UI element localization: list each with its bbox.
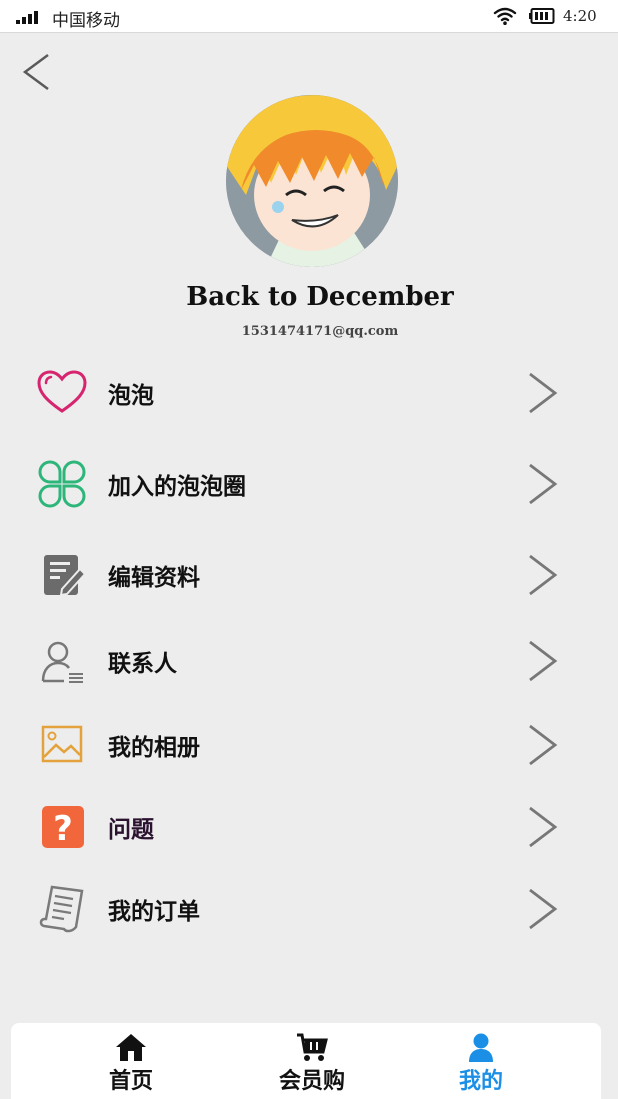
status-bar: 中国移动 4:20: [0, 0, 618, 33]
menu-item-questions[interactable]: ? 问题: [0, 790, 618, 864]
tab-label: 我的: [458, 1068, 503, 1094]
bottom-tab-bar: 首页 会员购 我的: [11, 1023, 601, 1099]
menu-item-label: 我的相册: [108, 734, 200, 761]
menu-item-contacts[interactable]: 联系人: [0, 624, 618, 698]
avatar[interactable]: [226, 95, 398, 267]
profile-email: 1531474171@qq.com: [241, 324, 399, 339]
chevron-right-icon: [529, 724, 558, 766]
avatar-image: [226, 95, 398, 267]
battery-icon: [529, 8, 555, 24]
menu-item-joined-circles[interactable]: 加入的泡泡圈: [0, 447, 618, 521]
question-icon: ?: [42, 806, 84, 849]
menu-item-label: 泡泡: [108, 382, 154, 409]
wifi-icon: [493, 7, 517, 25]
menu-item-my-album[interactable]: 我的相册: [0, 708, 618, 782]
user-icon: [469, 1033, 493, 1062]
signal-icon: [16, 10, 40, 24]
tab-label: 首页: [108, 1068, 153, 1094]
profile-name: Back to December: [186, 282, 454, 312]
tab-label: 会员购: [278, 1068, 345, 1094]
contacts-icon: [41, 641, 83, 683]
carrier-name: 中国移动: [52, 11, 120, 31]
chevron-right-icon: [529, 888, 558, 930]
menu-item-label: 问题: [108, 816, 154, 843]
svg-text:?: ?: [53, 809, 73, 849]
menu-item-label: 我的订单: [108, 898, 200, 925]
menu-item-label: 编辑资料: [108, 564, 200, 591]
tab-home[interactable]: 首页: [66, 1023, 196, 1099]
menu-item-my-orders[interactable]: 我的订单: [0, 872, 618, 946]
chevron-right-icon: [529, 554, 558, 596]
order-list-icon: [39, 885, 84, 933]
back-button[interactable]: [20, 52, 56, 92]
chevron-right-icon: [529, 463, 558, 505]
photo-album-icon: [41, 725, 83, 763]
clover-icon: [38, 460, 86, 508]
menu-item-edit-profile[interactable]: 编辑资料: [0, 538, 618, 612]
cart-icon: [297, 1033, 328, 1061]
heart-icon: [37, 370, 87, 413]
chevron-left-icon: [22, 53, 49, 91]
chevron-right-icon: [529, 372, 558, 414]
menu-item-label: 联系人: [108, 650, 177, 677]
chevron-right-icon: [529, 806, 558, 848]
menu-item-label: 加入的泡泡圈: [108, 473, 246, 500]
menu-item-bubbles[interactable]: 泡泡: [0, 356, 618, 430]
tab-me[interactable]: 我的: [416, 1023, 546, 1099]
clock: 4:20: [563, 7, 597, 25]
chevron-right-icon: [529, 640, 558, 682]
edit-note-icon: [44, 555, 87, 597]
home-icon: [116, 1034, 146, 1061]
tab-member-shop[interactable]: 会员购: [247, 1023, 377, 1099]
